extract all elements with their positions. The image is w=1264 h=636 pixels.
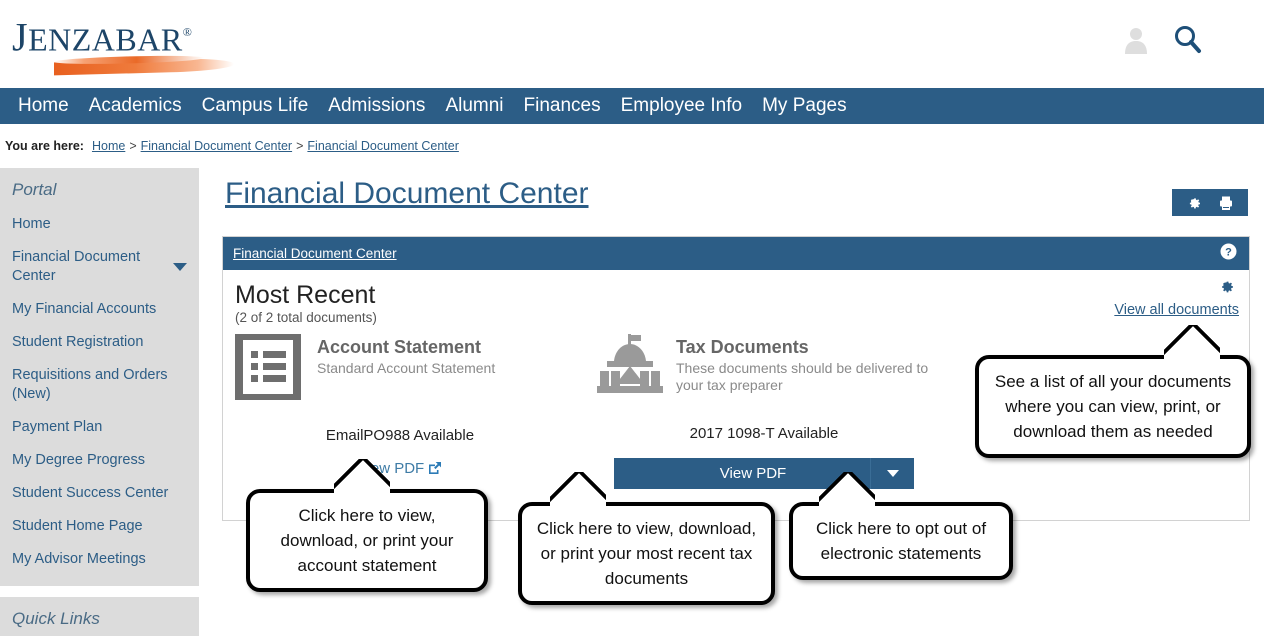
section-title: Most Recent [235, 281, 376, 309]
logo-wordmark: JENZABAR® [12, 10, 252, 61]
sidebar-quick-links-block: Quick Links My Pages [0, 597, 199, 636]
nav-item-alumni[interactable]: Alumni [435, 88, 513, 124]
caret-down-icon [886, 470, 899, 477]
help-icon[interactable]: ? [1220, 243, 1237, 265]
sidebar-item-label: My Advisor Meetings [12, 551, 146, 567]
section-document-count: (2 of 2 total documents) [235, 310, 377, 325]
callout-account-statement: Click here to view, download, or print y… [246, 489, 488, 592]
external-link-icon [428, 461, 442, 479]
nav-item-home[interactable]: Home [8, 88, 79, 124]
callout-text: Click here to view, download, or print y… [536, 519, 757, 588]
sidebar-item-label: Home [12, 216, 51, 232]
sidebar-item-my-financial-accounts[interactable]: My Financial Accounts [0, 293, 199, 326]
card-status: 2017 1098-T Available [689, 425, 839, 442]
card-subtitle: Standard Account Statement [317, 360, 496, 376]
sidebar-item-student-registration[interactable]: Student Registration [0, 326, 199, 359]
breadcrumb-item-fdc-2[interactable]: Financial Document Center [307, 139, 458, 153]
view-all-area: View all documents [1114, 278, 1239, 319]
sidebar-item-label: My Financial Accounts [12, 301, 157, 317]
callout-tail [550, 472, 606, 508]
breadcrumb-item-home[interactable]: Home [92, 139, 125, 153]
card-subtitle: These documents should be delivered to y… [676, 360, 929, 393]
nav-item-campus-life[interactable]: Campus Life [192, 88, 319, 124]
sidebar-item-financial-document-center[interactable]: Financial Document Center [0, 241, 199, 293]
registered-mark: ® [182, 25, 193, 39]
nav-item-academics[interactable]: Academics [79, 88, 192, 124]
chevron-down-icon[interactable] [173, 263, 187, 271]
page-title[interactable]: Financial Document Center [210, 168, 589, 214]
nav-item-my-pages[interactable]: My Pages [752, 88, 856, 124]
portlet-header: Financial Document Center ? [223, 237, 1249, 270]
callout-opt-out: Click here to opt out of electronic stat… [789, 502, 1013, 580]
card-tax-documents: Tax Documents These documents should be … [594, 332, 934, 489]
card-status: EmailPO988 Available [325, 427, 475, 444]
sidebar-item-my-advisor-meetings[interactable]: My Advisor Meetings [0, 543, 199, 576]
callout-tax-documents: Click here to view, download, or print y… [518, 502, 775, 605]
nav-item-admissions[interactable]: Admissions [318, 88, 435, 124]
sidebar: Portal Home Financial Document Center My… [0, 168, 199, 636]
gear-icon[interactable] [1114, 278, 1235, 300]
card-action: View PDF [594, 458, 934, 489]
card-meta: Tax Documents These documents should be … [664, 332, 934, 394]
svg-text:?: ? [1225, 246, 1232, 258]
jenzabar-logo[interactable]: JENZABAR® [12, 10, 252, 76]
sidebar-portal-block: Portal Home Financial Document Center My… [0, 168, 199, 586]
callout-text: See a list of all your documents where y… [994, 372, 1232, 441]
card-header: Tax Documents These documents should be … [594, 332, 934, 403]
view-all-documents-link[interactable]: View all documents [1114, 302, 1239, 318]
logo-rest: ENZABAR [28, 21, 183, 58]
sidebar-item-requisitions-and-orders[interactable]: Requisitions and Orders (New) [0, 359, 199, 411]
view-pdf-dropdown-toggle[interactable] [870, 458, 914, 489]
search-icon[interactable] [1172, 24, 1204, 56]
callout-tail [1164, 325, 1220, 361]
logo-initial: J [12, 14, 29, 60]
main-content: Financial Document Center Financial Docu… [210, 168, 1264, 521]
main-navigation: Home Academics Campus Life Admissions Al… [0, 88, 1264, 124]
card-account-statement: Account Statement Standard Account State… [235, 332, 565, 489]
user-icon[interactable] [1122, 25, 1150, 55]
gear-icon[interactable] [1186, 195, 1202, 211]
nav-item-finances[interactable]: Finances [514, 88, 611, 124]
callout-tail [334, 459, 390, 495]
sidebar-heading-portal: Portal [12, 180, 57, 199]
masthead: JENZABAR® [0, 0, 1264, 88]
callout-text: Click here to opt out of electronic stat… [815, 519, 987, 563]
sidebar-item-label: Student Success Center [12, 485, 169, 501]
portlet-title-link[interactable]: Financial Document Center [233, 246, 397, 261]
breadcrumb-separator: > [129, 139, 137, 153]
sidebar-item-label: My Degree Progress [12, 452, 145, 468]
sidebar-item-label: Student Home Page [12, 518, 143, 534]
sidebar-item-my-degree-progress[interactable]: My Degree Progress [0, 444, 199, 477]
breadcrumb-prefix: You are here: [5, 139, 84, 153]
sidebar-item-label: Student Registration [12, 334, 144, 350]
card-title: Account Statement [317, 337, 482, 357]
sidebar-divider [0, 586, 199, 597]
sidebar-item-home[interactable]: Home [0, 208, 199, 241]
logo-swoosh-decoration [54, 57, 234, 76]
document-list-icon [235, 332, 305, 405]
callout-tail [819, 472, 875, 508]
callout-view-all: See a list of all your documents where y… [975, 355, 1251, 458]
breadcrumb-item-fdc-1[interactable]: Financial Document Center [141, 139, 292, 153]
card-action: View PDF [235, 460, 565, 479]
sidebar-item-student-home-page[interactable]: Student Home Page [0, 510, 199, 543]
sidebar-item-label: Requisitions and Orders (New) [12, 367, 168, 402]
nav-item-employee-info[interactable]: Employee Info [611, 88, 752, 124]
sidebar-heading-quick-links: Quick Links [12, 609, 100, 628]
card-meta: Account Statement Standard Account State… [305, 332, 495, 377]
header-icon-group [1122, 20, 1204, 60]
printer-icon[interactable] [1218, 195, 1234, 211]
card-title: Tax Documents [676, 337, 809, 357]
breadcrumb-separator: > [296, 139, 304, 153]
page-tools [1172, 189, 1248, 216]
government-building-icon [594, 332, 664, 403]
sidebar-item-label: Payment Plan [12, 419, 103, 435]
breadcrumb: You are here: Home > Financial Document … [0, 124, 1264, 168]
callout-text: Click here to view, download, or print y… [280, 506, 454, 575]
sidebar-item-payment-plan[interactable]: Payment Plan [0, 411, 199, 444]
card-header: Account Statement Standard Account State… [235, 332, 565, 405]
sidebar-item-label: Financial Document Center [12, 249, 141, 284]
sidebar-item-student-success-center[interactable]: Student Success Center [0, 477, 199, 510]
